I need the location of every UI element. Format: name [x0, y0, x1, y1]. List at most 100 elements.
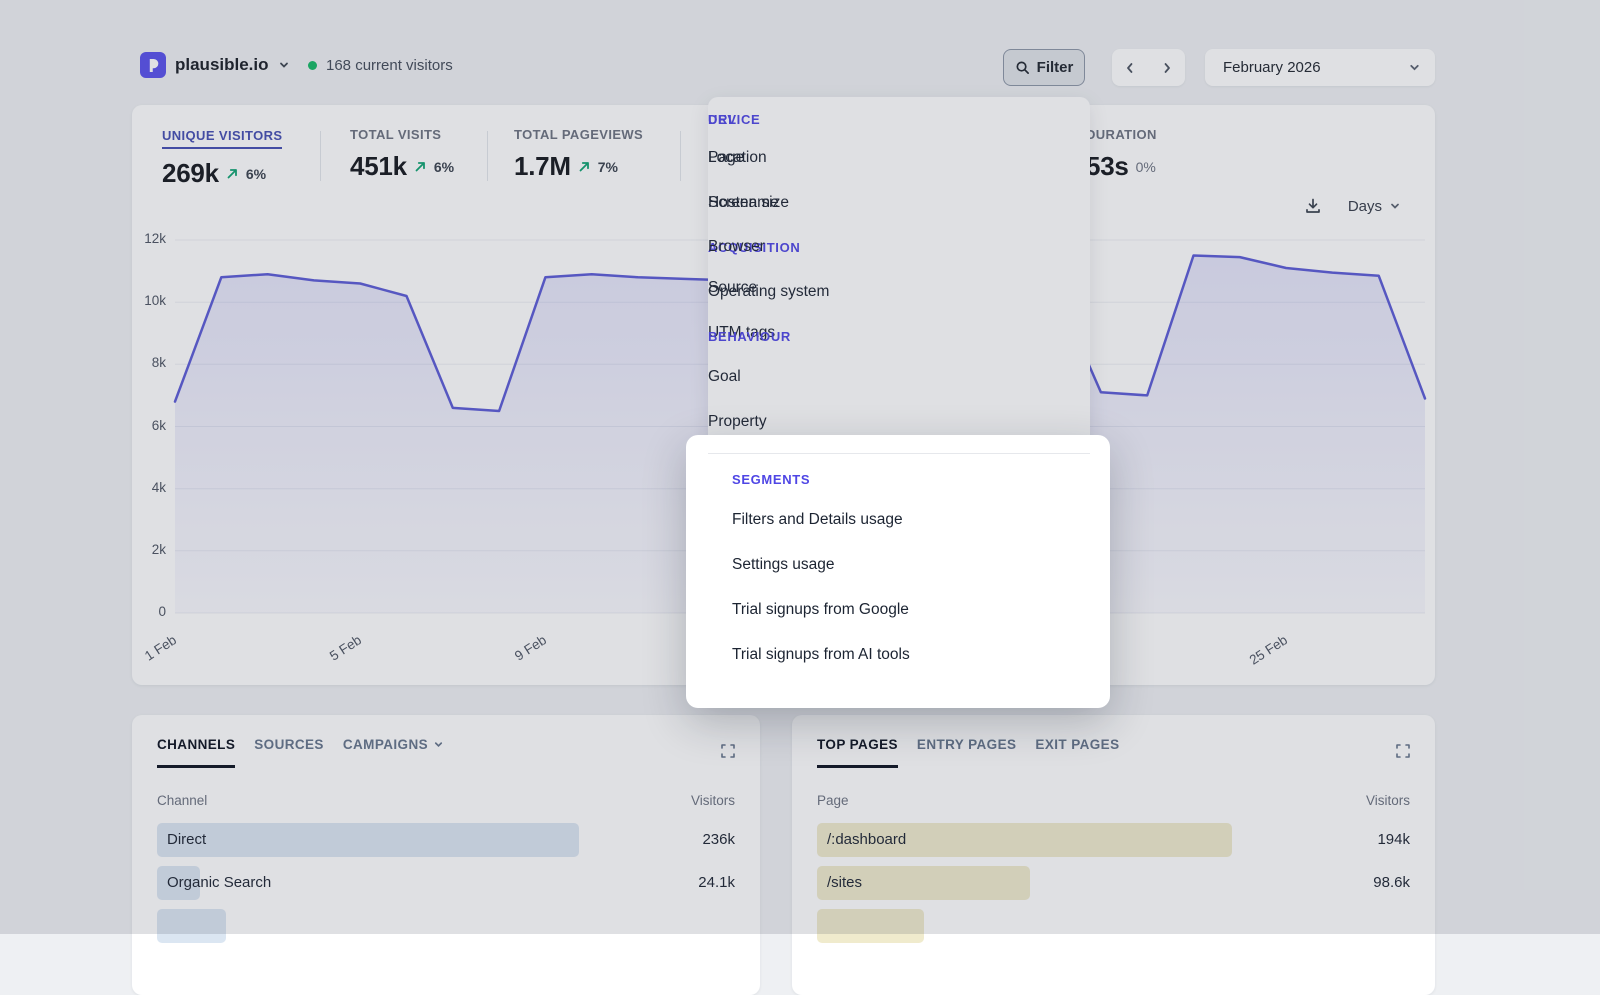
expand-icon	[720, 743, 736, 759]
column-header-visitors: Visitors	[1366, 793, 1410, 808]
pages-table: /:dashboard 194k /sites 98.6k	[817, 819, 1410, 948]
tab-top-pages[interactable]: TOP PAGES	[817, 737, 898, 768]
row-label[interactable]: Organic Search	[167, 862, 271, 904]
segment-item-trial-signups-ai-tools[interactable]: Trial signups from AI tools	[732, 646, 910, 664]
x-axis-tick: 5 Feb	[302, 632, 364, 679]
divider	[680, 131, 681, 181]
stat-delta: 0%	[1136, 159, 1156, 175]
next-period-button[interactable]	[1149, 49, 1186, 86]
filter-item-goal[interactable]: Goal	[708, 368, 741, 386]
value-bar	[817, 909, 924, 943]
interval-select-button[interactable]: Days	[1342, 197, 1407, 216]
chevron-left-icon	[1123, 61, 1137, 75]
filter-button[interactable]: Filter	[1003, 49, 1085, 86]
y-axis-tick: 12k	[144, 231, 166, 246]
column-header-page: Page	[817, 793, 849, 808]
stat-label: DURATION	[1086, 127, 1157, 142]
tab-campaigns[interactable]: CAMPAIGNS	[343, 737, 444, 765]
stat-value: 53s	[1086, 151, 1129, 182]
row-label[interactable]: Direct	[167, 819, 206, 861]
value-bar	[157, 909, 226, 943]
segments-spotlight: SEGMENTS Filters and Details usage Setti…	[686, 435, 1110, 708]
search-icon	[1015, 60, 1030, 75]
filter-item-screen-size[interactable]: Screen size	[708, 194, 789, 212]
stat-visit-duration[interactable]: DURATION 53s 0%	[1086, 127, 1157, 182]
y-axis-tick: 2k	[152, 542, 166, 557]
filter-item-location[interactable]: Location	[708, 149, 767, 167]
date-range-label: February 2026	[1223, 59, 1321, 76]
interval-label: Days	[1348, 198, 1382, 215]
live-dot-icon	[308, 61, 317, 70]
channels-card: CHANNELS SOURCES CAMPAIGNS Channel Visit…	[132, 715, 760, 995]
x-axis-tick: 25 Feb	[1228, 632, 1290, 679]
y-axis-tick: 0	[158, 604, 166, 619]
row-label[interactable]: /sites	[827, 862, 862, 904]
site-switcher[interactable]: plausible.io	[140, 52, 290, 78]
row-value: 194k	[1377, 819, 1410, 861]
stat-delta: 6%	[246, 166, 266, 182]
top-bar: plausible.io 168 current visitors Filter	[132, 45, 1435, 89]
chevron-down-icon	[433, 739, 444, 750]
divider	[320, 131, 321, 181]
segment-item-filters-details-usage[interactable]: Filters and Details usage	[732, 511, 903, 529]
expand-button[interactable]	[718, 741, 738, 761]
expand-icon	[1395, 743, 1411, 759]
y-axis-tick: 6k	[152, 418, 166, 433]
current-visitors[interactable]: 168 current visitors	[308, 57, 453, 74]
current-visitors-label: 168 current visitors	[326, 57, 453, 74]
y-axis-tick: 4k	[152, 480, 166, 495]
trend-up-icon	[226, 167, 239, 180]
table-row[interactable]: /:dashboard 194k	[817, 819, 1410, 862]
stat-total-visits[interactable]: TOTAL VISITS 451k 6%	[350, 127, 454, 182]
chevron-down-icon	[1389, 200, 1401, 212]
filter-button-label: Filter	[1037, 59, 1074, 76]
segment-item-trial-signups-google[interactable]: Trial signups from Google	[732, 601, 909, 619]
x-axis-tick: 1 Feb	[117, 632, 179, 679]
expand-button[interactable]	[1393, 741, 1413, 761]
chevron-down-icon	[278, 59, 290, 71]
chevron-right-icon	[1160, 61, 1174, 75]
period-nav	[1112, 49, 1185, 86]
tab-sources[interactable]: SOURCES	[254, 737, 324, 765]
table-row[interactable]: Organic Search 24.1k	[157, 862, 735, 905]
stat-label: TOTAL VISITS	[350, 127, 454, 142]
filter-item-property[interactable]: Property	[708, 413, 767, 431]
stat-delta: 7%	[598, 159, 618, 175]
prev-period-button[interactable]	[1112, 49, 1149, 86]
value-bar	[157, 823, 579, 857]
channels-tabs: CHANNELS SOURCES CAMPAIGNS	[157, 737, 444, 768]
filter-group-title-behaviour: BEHAVIOUR	[708, 329, 791, 344]
stat-value: 451k	[350, 151, 407, 182]
table-row[interactable]	[817, 905, 1410, 948]
pages-card: TOP PAGES ENTRY PAGES EXIT PAGES Page Vi…	[792, 715, 1435, 995]
stat-label: TOTAL PAGEVIEWS	[514, 127, 643, 142]
channels-table: Direct 236k Organic Search 24.1k	[157, 819, 735, 948]
stat-delta: 6%	[434, 159, 454, 175]
x-axis-tick: 9 Feb	[488, 632, 550, 679]
tab-campaigns-label: CAMPAIGNS	[343, 737, 428, 752]
segment-item-settings-usage[interactable]: Settings usage	[732, 556, 835, 574]
column-header-visitors: Visitors	[691, 793, 735, 808]
stat-unique-visitors[interactable]: UNIQUE VISITORS 269k 6%	[162, 127, 282, 189]
download-button[interactable]	[1302, 195, 1324, 217]
analytics-dashboard: plausible.io 168 current visitors Filter	[0, 0, 1600, 934]
table-row[interactable]: Direct 236k	[157, 819, 735, 862]
table-row[interactable]	[157, 905, 735, 948]
trend-up-icon	[578, 160, 591, 173]
filter-item-operating-system[interactable]: Operating system	[708, 283, 829, 301]
row-label[interactable]: /:dashboard	[827, 819, 906, 861]
stat-total-pageviews[interactable]: TOTAL PAGEVIEWS 1.7M 7%	[514, 127, 643, 182]
row-value: 98.6k	[1373, 862, 1410, 904]
chevron-down-icon	[1408, 61, 1421, 74]
tab-channels[interactable]: CHANNELS	[157, 737, 235, 768]
tab-exit-pages[interactable]: EXIT PAGES	[1035, 737, 1119, 765]
tab-entry-pages[interactable]: ENTRY PAGES	[917, 737, 1016, 765]
filter-item-browser[interactable]: Browser	[708, 238, 765, 256]
row-value: 236k	[702, 819, 735, 861]
date-range-button[interactable]: February 2026	[1205, 49, 1435, 86]
y-axis-tick: 8k	[152, 355, 166, 370]
filter-group-title-segments: SEGMENTS	[732, 472, 810, 487]
table-row[interactable]: /sites 98.6k	[817, 862, 1410, 905]
filter-group-title-device: DEVICE	[708, 112, 760, 127]
y-axis-tick: 10k	[144, 293, 166, 308]
